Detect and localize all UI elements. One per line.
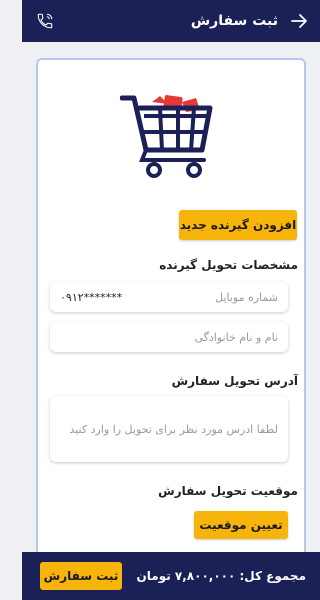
submit-order-button[interactable]: ثبت سفارش bbox=[40, 562, 122, 590]
address-section-label: آدرس تحویل سفارش bbox=[171, 374, 298, 388]
shopping-cart-icon bbox=[119, 92, 220, 186]
order-form-card: افزودن گیرنده جدید مشخصات تحویل گیرنده ش… bbox=[36, 58, 306, 558]
top-bar: ثبت سفارش bbox=[22, 0, 320, 42]
phone-call-icon[interactable] bbox=[36, 12, 54, 30]
recipient-section-label: مشخصات تحویل گیرنده bbox=[159, 258, 298, 272]
full-name-field[interactable]: نام و نام خانوادگی bbox=[50, 322, 288, 352]
bottom-bar: مجموع کل: ۷,۸۰۰,۰۰۰ تومان ثبت سفارش bbox=[22, 552, 320, 600]
add-new-recipient-button[interactable]: افزودن گیرنده جدید bbox=[179, 210, 297, 240]
mobile-value: ۰۹۱۲******* bbox=[60, 290, 123, 304]
top-bar-title-group: ثبت سفارش bbox=[191, 13, 308, 29]
address-field[interactable]: لطفا ادرس مورد نظر برای تحویل را وارد کن… bbox=[50, 396, 288, 462]
mobile-placeholder: شماره موبایل bbox=[215, 290, 278, 304]
page-title: ثبت سفارش bbox=[190, 13, 278, 29]
location-section-label: موقعیت تحویل سفارش bbox=[158, 484, 298, 498]
order-total: مجموع کل: ۷,۸۰۰,۰۰۰ تومان bbox=[136, 569, 306, 583]
set-location-button[interactable]: تعیین موقعیت bbox=[194, 511, 288, 539]
back-arrow-icon[interactable] bbox=[290, 13, 308, 29]
mobile-field[interactable]: شماره موبایل ۰۹۱۲******* bbox=[50, 282, 288, 312]
full-name-placeholder: نام و نام خانوادگی bbox=[194, 330, 278, 344]
address-placeholder: لطفا ادرس مورد نظر برای تحویل را وارد کن… bbox=[69, 422, 278, 436]
